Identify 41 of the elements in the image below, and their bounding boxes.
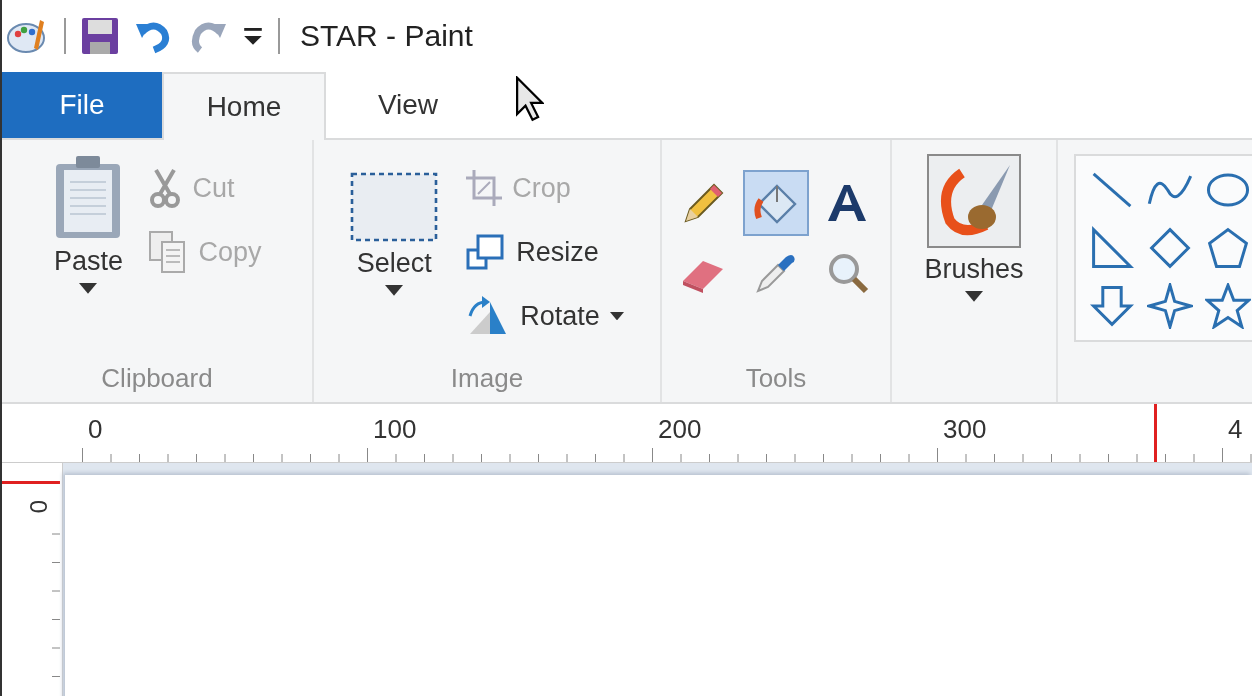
window-title: STAR - Paint: [300, 19, 473, 53]
ruler-label: 300: [942, 413, 987, 445]
caret-icon: [609, 311, 624, 321]
save-button[interactable]: [80, 16, 120, 56]
group-label: Tools: [745, 363, 807, 395]
mouse-cursor-icon: [516, 76, 544, 122]
caret-icon: [965, 291, 983, 302]
crop-icon: [466, 170, 503, 206]
magnifier-icon: [826, 251, 870, 295]
group-label: Image: [450, 363, 524, 395]
scissors-icon: [148, 168, 183, 208]
save-icon: [80, 16, 120, 56]
ruler-label: 200: [657, 413, 702, 445]
four-point-star-icon: [1147, 283, 1193, 329]
rotate-button[interactable]: Rotate: [466, 288, 624, 344]
fill-tool-button[interactable]: [743, 170, 809, 236]
position-marker-icon: [1154, 404, 1157, 462]
selection-rectangle-icon: [350, 172, 439, 242]
customize-dropdown-icon[interactable]: [242, 25, 264, 47]
pencil-icon: [682, 181, 726, 225]
resize-button[interactable]: Resize: [466, 224, 624, 280]
caret-icon: [79, 283, 98, 294]
group-label: Clipboard: [101, 363, 213, 395]
position-marker-icon: [2, 481, 60, 484]
star-shape-icon: [1205, 283, 1251, 329]
ribbon-tab[interactable]: Home: [162, 72, 326, 140]
paste-button[interactable]: Paste: [52, 154, 125, 294]
triangle-shape-icon: [1089, 225, 1135, 271]
caret-icon: [385, 285, 404, 296]
ruler-label: 0: [26, 500, 50, 516]
ruler-label: 4: [1227, 413, 1243, 445]
down-arrow-shape-icon: [1089, 283, 1135, 329]
brushes-button[interactable]: Brushes: [924, 154, 1024, 302]
select-button[interactable]: Select: [350, 154, 439, 296]
resize-icon: [466, 234, 507, 270]
diamond-shape-icon: [1147, 225, 1193, 271]
pentagon-shape-icon: [1205, 225, 1251, 271]
ruler-label: 100: [372, 413, 417, 445]
ruler-label: 0: [87, 413, 103, 445]
file-menu-button[interactable]: File: [2, 72, 162, 138]
brush-icon: [927, 154, 1021, 248]
